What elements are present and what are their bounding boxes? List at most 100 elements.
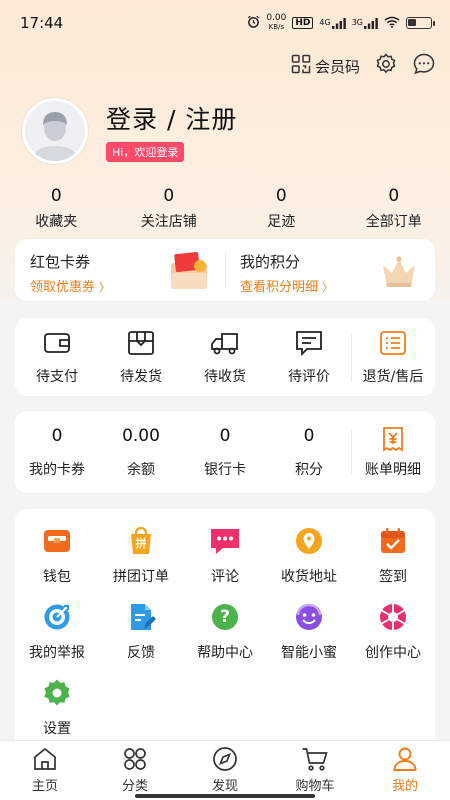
order-pending-shipment[interactable]: 待发货 [99,329,183,386]
stat-value: 0 [163,186,175,206]
services-grid: 钱包 拼 拼团订单 评论 收货地址 签到 我的举报 反馈 ? 帮助中心 智能小蜜… [15,509,435,753]
service-label: 评论 [211,569,239,585]
order-pending-receipt[interactable]: 待收货 [183,329,267,386]
stat-favorites[interactable]: 0 收藏夹 [6,186,106,231]
orders-card: 待支付 待发货 待收货 待评价 退货/售后 [15,318,435,396]
member-code-button[interactable]: 会员码 [291,54,360,78]
service-label: 我的举报 [29,645,85,661]
battery-icon [406,17,435,29]
asset-bank-card[interactable]: 0 银行卡 [183,426,267,479]
status-icons: 0.00 KB/s HD 4G 3G [247,13,435,32]
points-detail-label: 查看积分明细 [240,280,319,295]
get-coupon-label: 领取优惠券 [30,280,96,295]
login-register-link[interactable]: 登录 / 注册 [106,100,237,136]
chevron-right-icon: 〉 [99,281,111,294]
tab-category[interactable]: 分类 [90,741,180,800]
feedback-icon [99,601,183,633]
service-my-reports[interactable]: 我的举报 [15,601,99,677]
stat-all-orders[interactable]: 0 全部订单 [344,186,444,231]
tab-home[interactable]: 主页 [0,741,90,800]
stat-footprints[interactable]: 0 足迹 [231,186,331,231]
settings-icon[interactable] [374,52,398,80]
signal-4g-icon: 4G [319,17,346,29]
net-speed-value: 0.00 [266,13,287,23]
stat-label: 收藏夹 [35,214,78,230]
tab-mine[interactable]: 我的 [360,741,450,800]
hd-badge: HD [292,17,314,29]
avatar[interactable] [22,98,88,164]
cart-icon [270,745,360,773]
help-icon: ? [183,601,267,633]
tab-label: 我的 [391,779,418,794]
bill-icon [351,426,435,452]
service-label: 签到 [379,569,407,585]
wallet-box-icon [15,525,99,557]
asset-label: 积分 [295,461,323,478]
order-pending-review[interactable]: 待评价 [267,329,351,386]
home-icon [0,745,90,773]
chevron-right-icon: 〉 [322,281,334,294]
service-group-buy-orders[interactable]: 拼 拼团订单 [99,525,183,601]
services-card: 钱包 拼 拼团订单 评论 收货地址 签到 我的举报 反馈 ? 帮助中心 智能小蜜… [15,509,435,749]
stat-label: 关注店铺 [140,214,197,230]
smiley-icon [267,601,351,633]
tab-cart[interactable]: 购物车 [270,741,360,800]
service-comments[interactable]: 评论 [183,525,267,601]
asset-balance[interactable]: 0.00 余额 [99,426,183,479]
bottom-tab-bar: 主页 分类 发现 购物车 我的 [0,740,450,800]
service-wallet[interactable]: 钱包 [15,525,99,601]
profile-section: 登录 / 注册 Hi，欢迎登录 [22,98,237,164]
message-icon[interactable] [412,52,436,80]
user-icon [360,745,450,773]
tab-discover[interactable]: 发现 [180,741,270,800]
wifi-icon [384,16,400,31]
net1-label: 4G [319,17,331,27]
profile-text: 登录 / 注册 Hi，欢迎登录 [106,100,237,162]
stat-followed-shops[interactable]: 0 关注店铺 [119,186,219,231]
order-label: 待收货 [204,368,246,385]
net-speed-unit: KB/s [268,23,285,31]
asset-label: 账单明细 [365,461,421,478]
service-shipping-address[interactable]: 收货地址 [267,525,351,601]
welcome-badge: Hi，欢迎登录 [106,142,185,162]
asset-value: 0 [51,425,63,446]
net2-label: 3G [351,17,363,27]
asset-label: 余额 [127,461,155,478]
service-feedback[interactable]: 反馈 [99,601,183,677]
order-pending-payment[interactable]: 待支付 [15,329,99,386]
asset-value: 0 [303,425,315,446]
service-smart-assistant[interactable]: 智能小蜜 [267,601,351,677]
assets-card: 0 我的卡券 0.00 余额 0 银行卡 0 积分 账单明细 [15,411,435,493]
member-code-label: 会员码 [314,57,360,76]
asset-my-coupons[interactable]: 0 我的卡券 [15,426,99,479]
asset-bill-details[interactable]: 账单明细 [351,426,435,479]
service-check-in[interactable]: 签到 [351,525,435,601]
tab-label: 购物车 [295,779,335,794]
service-help-center[interactable]: ? 帮助中心 [183,601,267,677]
signal-3g-icon: 3G [351,17,378,29]
asset-points[interactable]: 0 积分 [267,426,351,479]
order-returns[interactable]: 退货/售后 [351,329,435,386]
coupon-points-card: 红包卡券 领取优惠券 〉 我的积分 查看积分明细 〉 [15,239,435,301]
stat-value: 0 [388,186,400,206]
coupon-section[interactable]: 红包卡券 领取优惠券 〉 [15,239,225,301]
crown-icon [377,249,421,297]
tab-label: 主页 [31,779,58,794]
category-icon [90,745,180,773]
qr-code-icon [291,54,311,78]
return-list-icon [351,329,435,357]
service-label: 设置 [43,721,71,737]
header-actions: 会员码 [291,52,436,80]
stats-row: 0 收藏夹 0 关注店铺 0 足迹 0 全部订单 [0,186,450,231]
help-icon-text: ? [220,607,230,627]
calendar-check-icon [351,525,435,557]
home-indicator[interactable] [135,794,315,798]
status-bar: 17:44 0.00 KB/s HD 4G 3G [0,0,450,46]
status-time: 17:44 [20,14,64,32]
service-label: 钱包 [43,569,71,585]
asset-value: 0.00 [122,425,160,446]
service-label: 智能小蜜 [281,645,337,661]
service-creation-center[interactable]: 创作中心 [351,601,435,677]
points-section[interactable]: 我的积分 查看积分明细 〉 [225,239,435,301]
service-label: 拼团订单 [113,569,169,585]
